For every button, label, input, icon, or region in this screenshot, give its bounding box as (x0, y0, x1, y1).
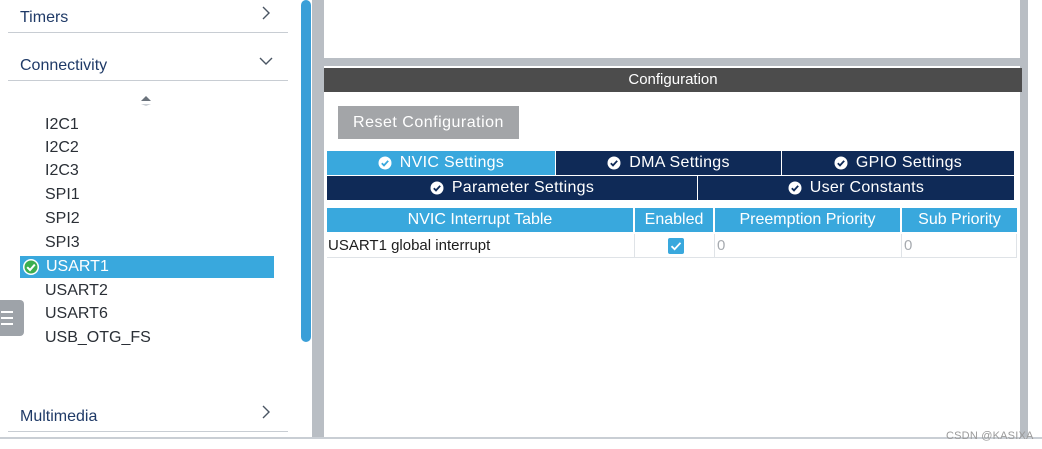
peripheral-item-i2c1[interactable]: I2C1 (45, 114, 79, 136)
splitter-vertical[interactable] (312, 0, 324, 437)
chevron-right-icon (262, 405, 270, 419)
tab-parameter-settings[interactable]: Parameter Settings (327, 176, 698, 200)
check-circle-icon (430, 181, 444, 195)
tab-label: User Constants (809, 179, 925, 196)
tab-user-constants[interactable]: User Constants (698, 176, 1014, 200)
category-label: Timers (20, 9, 69, 26)
preemption-priority-field[interactable]: 0 (715, 234, 902, 258)
column-header-interrupt[interactable]: NVIC Interrupt Table (327, 208, 635, 232)
table-cell-interrupt-name: USART1 global interrupt (327, 234, 635, 258)
check-circle-icon (834, 156, 848, 170)
side-menu-toggle[interactable] (0, 300, 24, 336)
mode-pane (324, 0, 1020, 66)
peripheral-item-usart1[interactable]: USART1 (20, 256, 274, 278)
column-header-enabled[interactable]: Enabled (635, 208, 715, 232)
configuration-title: Configuration (324, 68, 1022, 92)
scrollbar-thumb[interactable] (301, 0, 311, 342)
table-cell-enabled (635, 234, 715, 258)
peripheral-item-i2c3[interactable]: I2C3 (45, 160, 79, 182)
category-multimedia[interactable]: Multimedia (8, 401, 288, 432)
peripheral-item-spi3[interactable]: SPI3 (45, 232, 80, 254)
hamburger-menu-icon (1, 311, 13, 325)
tab-label: GPIO Settings (855, 154, 963, 171)
peripheral-item-usart6[interactable]: USART6 (45, 303, 108, 325)
category-timers[interactable]: Timers (8, 2, 288, 33)
check-circle-icon (378, 156, 392, 170)
tab-label: DMA Settings (629, 154, 730, 171)
chevron-right-icon (262, 6, 270, 20)
reset-configuration-button[interactable]: Reset Configuration (338, 106, 519, 139)
peripheral-item-spi2[interactable]: SPI2 (45, 208, 80, 230)
peripheral-item-usart2[interactable]: USART2 (45, 280, 108, 302)
watermark-text: CSDN @KASIXA (946, 430, 1034, 442)
peripheral-item-spi1[interactable]: SPI1 (45, 184, 80, 206)
tab-nvic-settings[interactable]: NVIC Settings (327, 151, 556, 175)
category-label: Connectivity (20, 57, 108, 74)
check-circle-icon (788, 181, 802, 195)
category-connectivity[interactable]: Connectivity (8, 50, 288, 81)
peripheral-item-label: USART1 (46, 258, 109, 275)
splitter-right[interactable] (1020, 0, 1028, 437)
bottom-border (0, 437, 1042, 449)
checkmark-icon (670, 242, 682, 251)
column-header-sub-priority[interactable]: Sub Priority (902, 208, 1017, 232)
category-label: Multimedia (20, 408, 98, 425)
peripheral-panel: Timers Connectivity I2C1 I2C2 I2C3 SPI1 … (0, 0, 300, 437)
peripheral-item-i2c2[interactable]: I2C2 (45, 137, 79, 159)
configuration-pane: Configuration Reset Configuration NVIC S… (324, 66, 1022, 437)
tab-label: Parameter Settings (451, 179, 595, 196)
tab-label: NVIC Settings (399, 154, 505, 171)
check-circle-icon (23, 259, 39, 275)
enabled-checkbox[interactable] (668, 238, 684, 254)
peripheral-list-scrollbar[interactable] (300, 0, 312, 437)
tab-dma-settings[interactable]: DMA Settings (556, 151, 782, 175)
column-header-preemption-priority[interactable]: Preemption Priority (715, 208, 902, 232)
peripheral-item-usb-otg-fs[interactable]: USB_OTG_FS (45, 327, 151, 349)
scroll-up-arrow-icon[interactable] (139, 96, 153, 106)
tab-gpio-settings[interactable]: GPIO Settings (782, 151, 1014, 175)
sub-priority-field[interactable]: 0 (902, 234, 1017, 258)
check-circle-icon (607, 156, 621, 170)
chevron-down-icon (259, 57, 273, 65)
